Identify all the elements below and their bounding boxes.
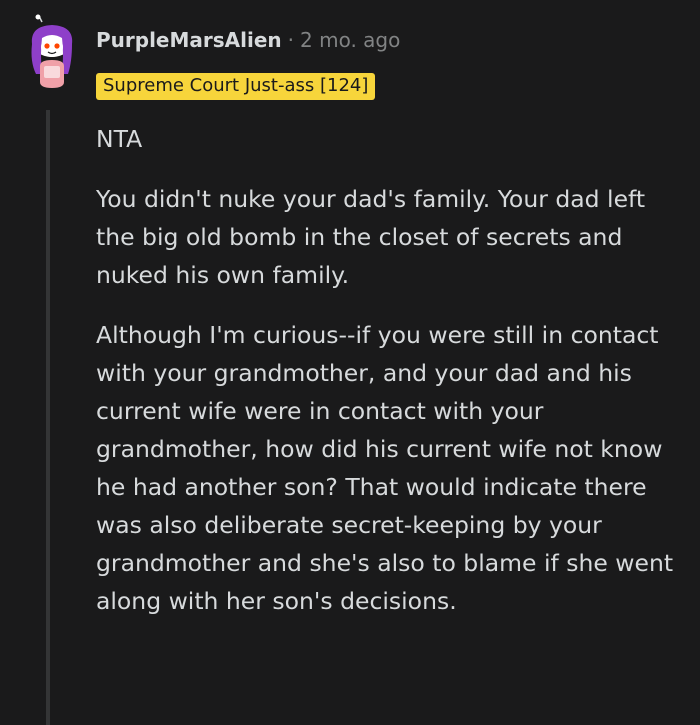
meta-separator: · <box>287 28 295 52</box>
snoo-avatar-icon <box>31 14 73 88</box>
comment-paragraph: Although I'm curious--if you were still … <box>96 321 674 615</box>
user-flair: Supreme Court Just-ass [124] <box>96 73 376 100</box>
comment-paragraph: NTA <box>96 125 143 153</box>
username-link[interactable]: PurpleMarsAlien <box>96 30 282 50</box>
comment-header: PurpleMarsAlien · 2 mo. ago <box>96 30 400 50</box>
comment-timestamp[interactable]: 2 mo. ago <box>300 30 400 50</box>
comment-body: NTA You didn't nuke your dad's family. Y… <box>96 120 681 642</box>
comment-paragraph: You didn't nuke your dad's family. Your … <box>96 185 646 289</box>
thread-collapse-line[interactable] <box>46 110 50 725</box>
avatar[interactable] <box>22 14 80 90</box>
